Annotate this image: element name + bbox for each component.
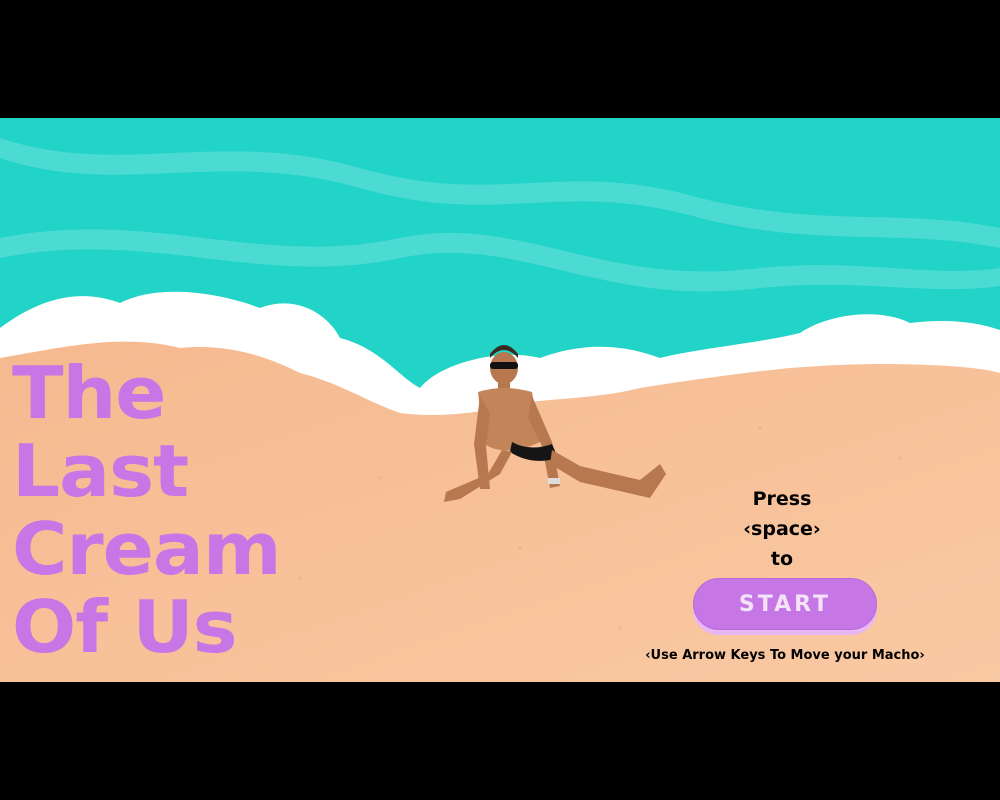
start-prompt: Press ‹space› to [700,484,864,574]
prompt-line: to [770,548,794,570]
game-title: The Last Cream Of Us [12,354,282,666]
start-button[interactable]: START [693,578,877,630]
letterbox-bottom [0,682,1000,800]
controls-hint: ‹Use Arrow Keys To Move your Macho› [645,648,925,663]
title-line: Cream [12,507,282,591]
player-character-icon [444,345,666,502]
title-line: Of Us [12,585,238,669]
prompt-line: ‹space› [743,518,821,540]
title-line: The [12,351,167,435]
title-line: Last [12,429,189,513]
letterbox-top [0,0,1000,118]
prompt-line: Press [752,488,812,510]
game-canvas[interactable]: The Last Cream Of Us Press ‹space› to ST… [0,118,1000,682]
